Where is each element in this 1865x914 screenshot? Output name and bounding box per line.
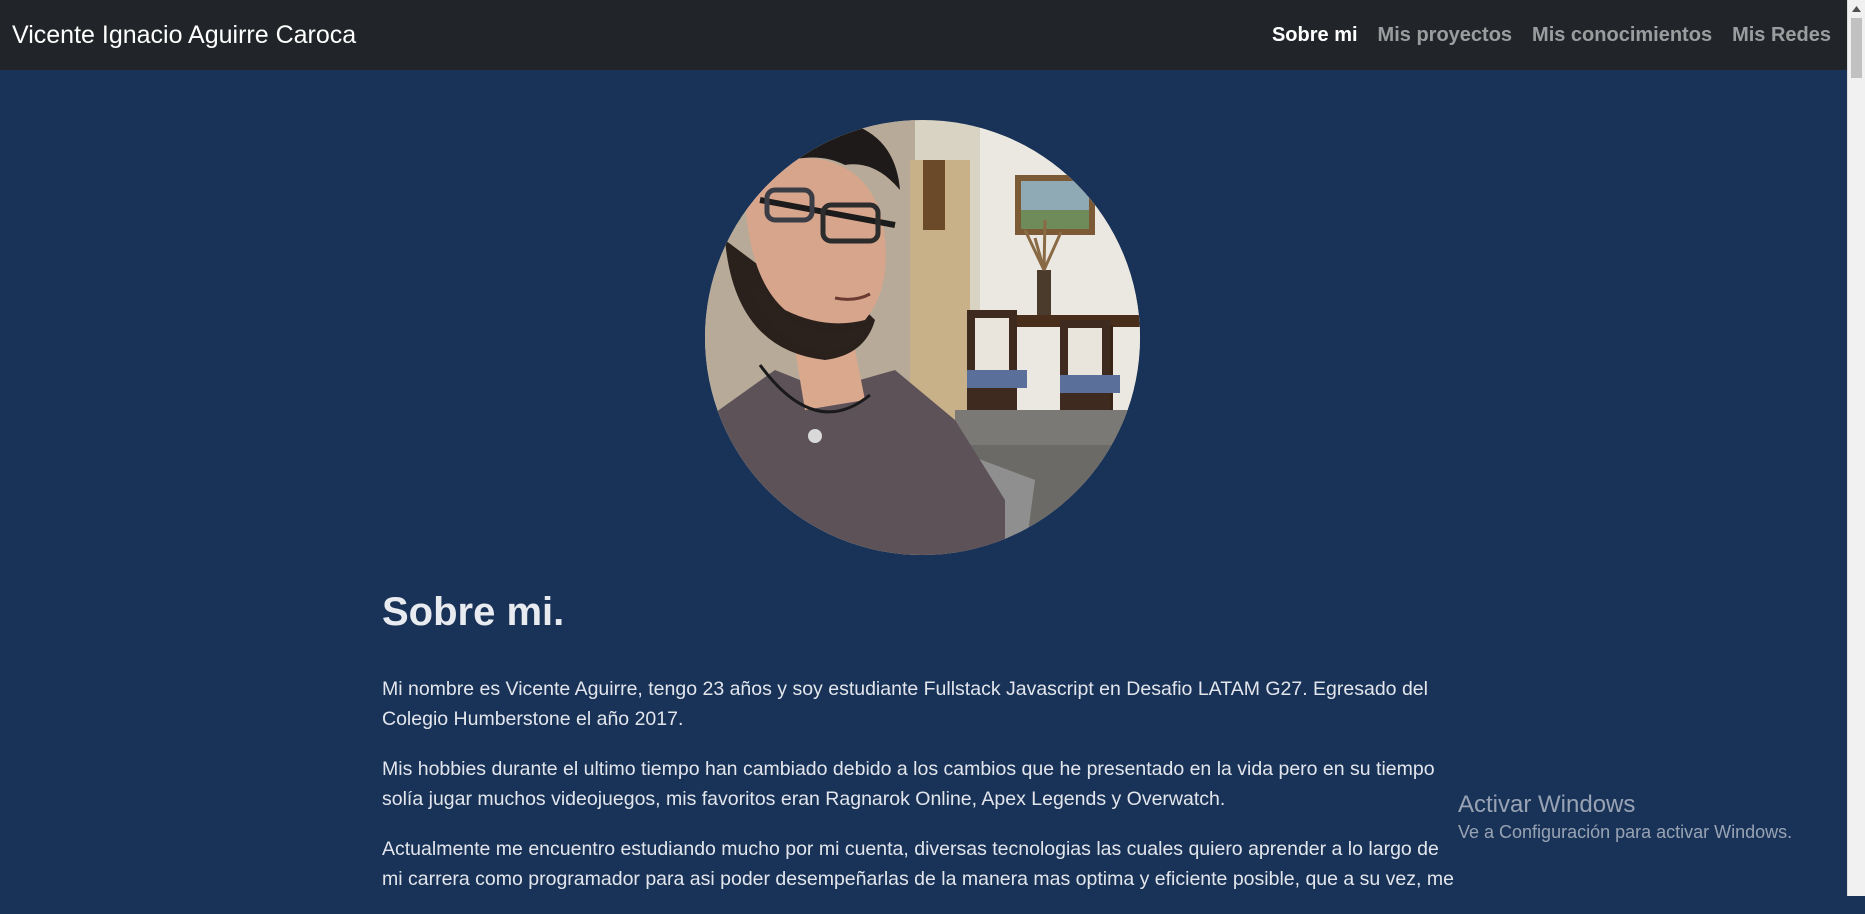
profile-photo: [705, 120, 1140, 555]
about-section: Sobre mi. Mi nombre es Vicente Aguirre, …: [382, 588, 1462, 914]
windows-activation-watermark: Activar Windows Ve a Configuración para …: [1458, 790, 1792, 844]
nav-link-sobre-mi[interactable]: Sobre mi: [1272, 24, 1358, 47]
scroll-up-arrow-icon[interactable]: [1848, 0, 1865, 17]
nav-link-mis-conocimientos[interactable]: Mis conocimientos: [1532, 24, 1712, 47]
navbar-brand[interactable]: Vicente Ignacio Aguirre Caroca: [12, 21, 356, 50]
top-navbar: Vicente Ignacio Aguirre Caroca Sobre mi …: [0, 0, 1847, 70]
vertical-scrollbar[interactable]: [1847, 0, 1865, 896]
nav-link-mis-proyectos[interactable]: Mis proyectos: [1378, 24, 1512, 47]
nav-links: Sobre mi Mis proyectos Mis conocimientos…: [1272, 24, 1835, 47]
scrollbar-thumb[interactable]: [1851, 18, 1862, 78]
nav-link-mis-redes[interactable]: Mis Redes: [1732, 24, 1831, 47]
watermark-subtitle: Ve a Configuración para activar Windows.: [1458, 822, 1793, 842]
about-heading: Sobre mi.: [382, 590, 565, 634]
watermark-title: Activar Windows: [1458, 791, 1636, 818]
about-paragraph-1: Mi nombre es Vicente Aguirre, tengo 23 a…: [382, 678, 1428, 730]
main-content: Sobre mi. Mi nombre es Vicente Aguirre, …: [0, 70, 1847, 896]
about-paragraph-2: Mis hobbies durante el ultimo tiempo han…: [382, 758, 1435, 810]
about-paragraph-3: Actualmente me encuentro estudiando much…: [382, 838, 1454, 890]
